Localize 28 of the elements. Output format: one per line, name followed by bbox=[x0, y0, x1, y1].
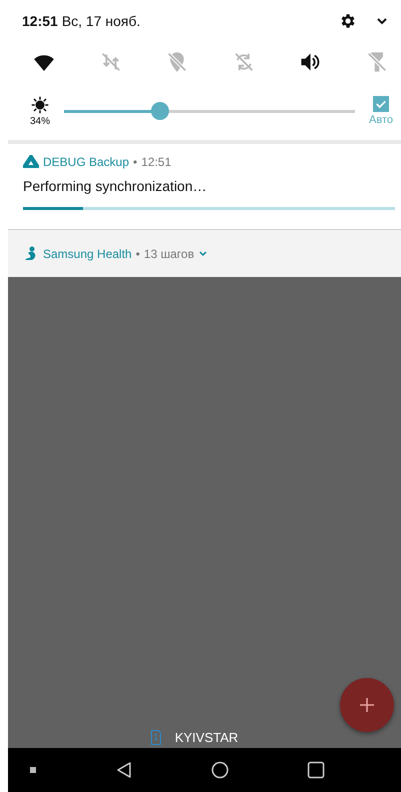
clock-time: 12:51 bbox=[22, 13, 58, 29]
auto-label: Авто bbox=[369, 114, 393, 126]
brightness-reading: 34% bbox=[30, 116, 50, 126]
plus-icon bbox=[359, 697, 375, 713]
brightness-icon bbox=[31, 96, 49, 114]
slider-thumb[interactable] bbox=[151, 102, 170, 120]
notification-row[interactable]: Samsung Health • 13 шагов bbox=[8, 230, 401, 277]
sync-icon[interactable] bbox=[232, 51, 255, 73]
home-icon[interactable] bbox=[211, 761, 229, 779]
app-name: DEBUG Backup bbox=[43, 155, 130, 169]
notification-time: 12:51 bbox=[141, 155, 172, 169]
sim-card-icon: 1 bbox=[150, 730, 161, 744]
back-icon[interactable] bbox=[115, 761, 133, 779]
separator-dot: • bbox=[133, 155, 138, 169]
location-pin-icon[interactable] bbox=[166, 51, 188, 73]
data-arrows-icon[interactable] bbox=[100, 51, 122, 73]
notification-info: 13 шагов bbox=[144, 246, 194, 260]
flashlight-icon[interactable] bbox=[366, 51, 388, 73]
recents-icon[interactable] bbox=[307, 761, 325, 779]
triangle-app-icon bbox=[23, 155, 39, 169]
speaker-icon[interactable] bbox=[299, 51, 322, 73]
settings-icon[interactable] bbox=[339, 12, 357, 30]
separator-dot: • bbox=[136, 246, 140, 260]
auto-checkbox[interactable] bbox=[373, 96, 389, 112]
date-text: Вс, 17 нояб. bbox=[62, 13, 140, 29]
carrier-name: KYIVSTAR bbox=[174, 730, 238, 744]
notification-text: Performing synchronization… bbox=[23, 178, 208, 194]
app-name: Samsung Health bbox=[43, 246, 132, 260]
